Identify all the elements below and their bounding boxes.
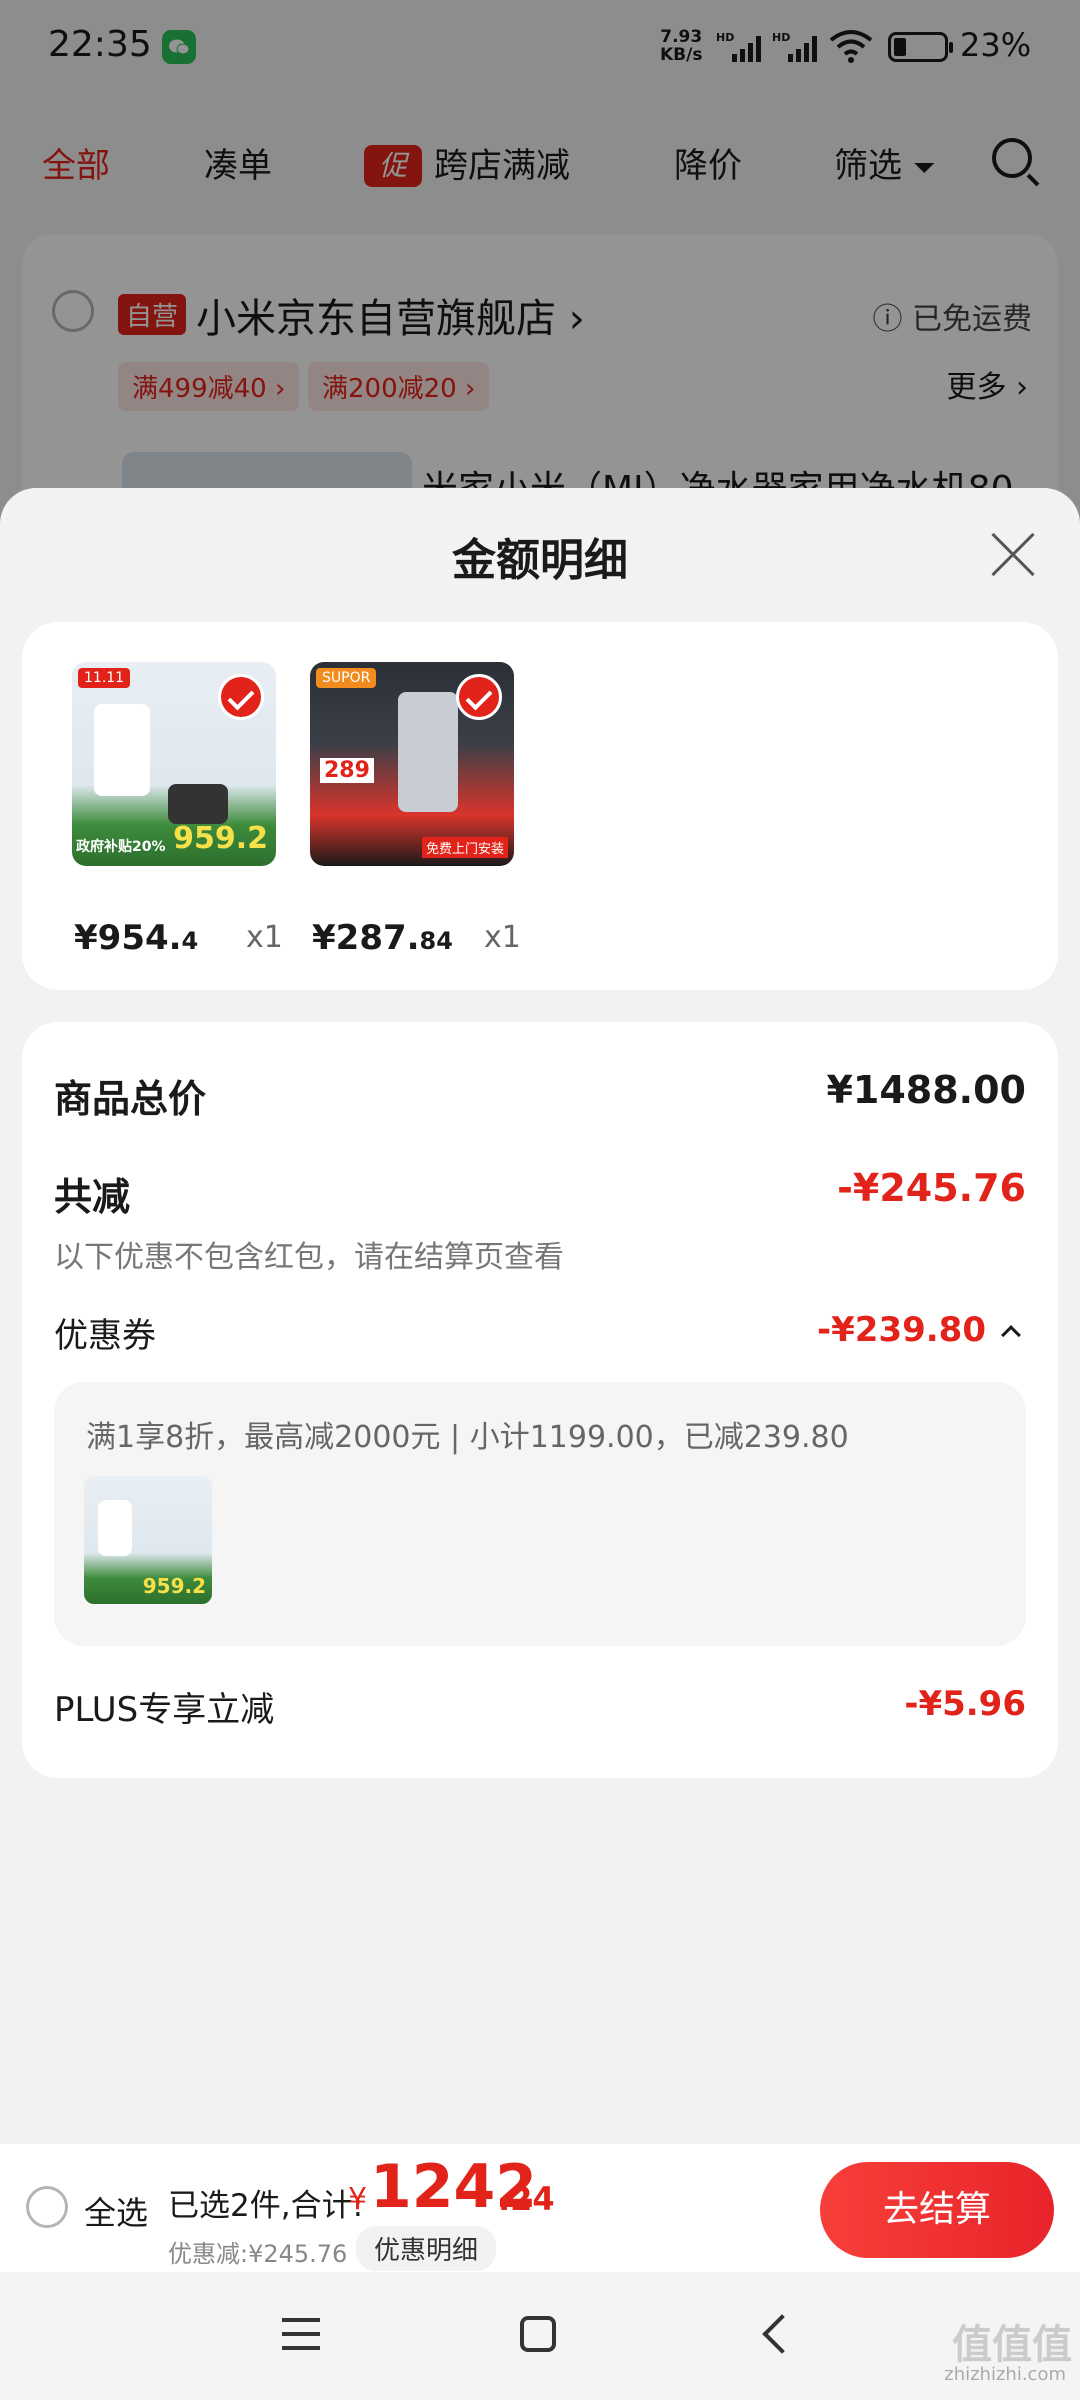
product-1-image xyxy=(94,704,150,796)
chevron-up-icon[interactable] xyxy=(1001,1325,1021,1345)
system-nav-bar: 值值值 zhizhizhi.com xyxy=(0,2272,1080,2400)
product-1-price-dec: 4 xyxy=(181,927,199,955)
product-2-thumb-price: 289 xyxy=(320,758,374,783)
product-1-image-device xyxy=(168,784,228,824)
product-1-tag: 11.11 xyxy=(78,668,131,688)
product-2-qty: x1 xyxy=(484,920,521,955)
goods-total-label: 商品总价 xyxy=(54,1077,207,1121)
product-2-image xyxy=(398,692,458,812)
product-2-price-dec: 84 xyxy=(419,927,453,955)
selected-summary: 已选2件,合计: xyxy=(168,2188,364,2224)
product-thumbnail-1[interactable]: 11.11 政府补贴20% 959.2 xyxy=(72,662,276,866)
checkmark-icon xyxy=(218,674,264,720)
product-2-tag: SUPOR xyxy=(316,668,377,688)
goods-total-value: ¥1488.00 xyxy=(826,1068,1026,1112)
total-reduced-label: 共减 xyxy=(54,1175,131,1219)
product-2-price: ¥287.84 xyxy=(312,918,453,958)
product-2-price-int: ¥287. xyxy=(312,918,420,958)
coupon-detail-text: 满1享8折，最高减2000元 | 小计1199.00，已减239.80 xyxy=(86,1420,849,1455)
sheet-title: 金额明细 xyxy=(452,535,628,586)
product-thumbnail-2[interactable]: SUPOR 289 免费上门安装 xyxy=(310,662,514,866)
recent-apps-icon[interactable] xyxy=(282,2318,320,2350)
watermark-logo: 值值值 xyxy=(952,2322,1072,2368)
total-amount-decimal: .24 xyxy=(498,2180,555,2218)
product-1-price-int: ¥954. xyxy=(74,918,182,958)
plus-discount-value: -¥5.96 xyxy=(904,1684,1026,1724)
discount-detail-button[interactable]: 优惠明细 xyxy=(356,2226,497,2271)
coupon-thumb-image xyxy=(98,1500,132,1556)
home-icon[interactable] xyxy=(520,2316,556,2352)
checkout-bar: 全选 已选2件,合计: ¥ 1242 .24 优惠减:¥245.76 优惠明细 … xyxy=(0,2144,1080,2272)
product-1-thumb-price: 959.2 xyxy=(173,821,268,856)
product-1-price: ¥954.4 xyxy=(74,918,198,958)
reduced-note: 以下优惠不包含红包，请在结算页查看 xyxy=(54,1240,564,1275)
coupon-value[interactable]: -¥239.80 xyxy=(817,1310,986,1350)
coupon-product-thumbnail[interactable]: 959.2 xyxy=(84,1476,212,1604)
total-reduced-value: -¥245.76 xyxy=(837,1166,1026,1210)
coupon-label: 优惠券 xyxy=(54,1316,156,1356)
total-currency: ¥ xyxy=(348,2182,368,2217)
product-1-subsidy-text: 政府补贴20% xyxy=(76,839,166,855)
discount-summary: 优惠减:¥245.76 xyxy=(168,2240,348,2268)
select-all-label[interactable]: 全选 xyxy=(84,2188,148,2234)
checkmark-icon xyxy=(456,674,502,720)
checkout-button[interactable]: 去结算 xyxy=(820,2162,1054,2258)
watermark-url: zhizhizhi.com xyxy=(944,2364,1066,2385)
coupon-detail-panel: 满1享8折，最高减2000元 | 小计1199.00，已减239.80 959.… xyxy=(54,1382,1026,1646)
select-all-radio[interactable] xyxy=(26,2186,68,2228)
product-1-qty: x1 xyxy=(246,920,283,955)
selected-products-card: 11.11 政府补贴20% 959.2 SUPOR 289 免费上门安装 ¥95… xyxy=(22,622,1058,990)
price-detail-sheet: 金额明细 11.11 政府补贴20% 959.2 SUPOR 289 免费上门安… xyxy=(0,488,1080,2144)
back-icon[interactable] xyxy=(762,2314,802,2354)
coupon-thumb-price: 959.2 xyxy=(142,1574,206,1598)
plus-discount-label: PLUS专享立减 xyxy=(54,1690,275,1730)
close-icon[interactable] xyxy=(988,530,1038,580)
price-summary-card: 商品总价 ¥1488.00 共减 -¥245.76 以下优惠不包含红包，请在结算… xyxy=(22,1022,1058,1778)
product-2-install-tag: 免费上门安装 xyxy=(421,837,508,858)
